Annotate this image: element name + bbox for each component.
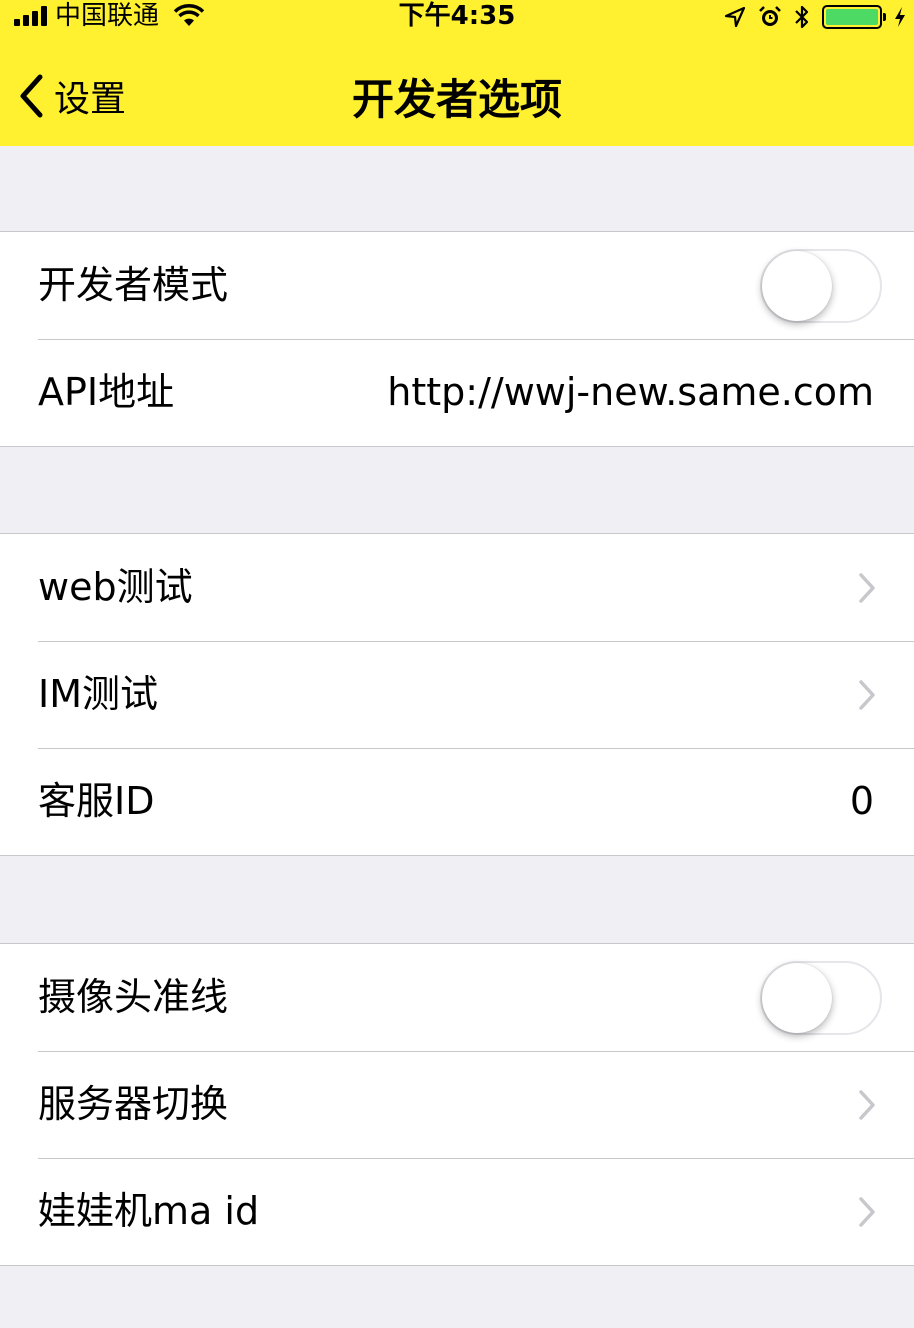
battery-icon xyxy=(822,5,886,29)
api-address-label: API地址 xyxy=(38,370,175,414)
api-address-row[interactable]: API地址 http://wwj-new.same.com xyxy=(0,339,914,446)
web-test-row[interactable]: web测试 xyxy=(0,534,914,641)
api-address-value: http://wwj-new.same.com xyxy=(387,370,874,414)
server-switch-row[interactable]: 服务器切换 xyxy=(0,1051,914,1158)
support-id-label: 客服ID xyxy=(38,779,155,823)
toggle-knob xyxy=(762,251,832,321)
alarm-icon xyxy=(759,6,781,26)
page-title: 开发者选项 xyxy=(351,75,562,124)
settings-group-device: 摄像头准线 服务器切换 娃娃机ma id xyxy=(0,943,914,1266)
server-switch-label: 服务器切换 xyxy=(38,1082,229,1126)
im-test-row[interactable]: IM测试 xyxy=(0,641,914,748)
developer-mode-label: 开发者模式 xyxy=(38,263,229,307)
toggle-knob xyxy=(762,963,832,1033)
support-id-value: 0 xyxy=(849,779,874,823)
bluetooth-icon xyxy=(795,5,809,29)
chevron-right-icon xyxy=(859,1090,875,1120)
navigation-bar: 设置 开发者选项 xyxy=(0,40,914,146)
developer-mode-toggle[interactable] xyxy=(760,249,882,323)
location-arrow-icon xyxy=(724,6,746,28)
support-id-row[interactable]: 客服ID 0 xyxy=(0,748,914,855)
claw-machine-id-row[interactable]: 娃娃机ma id xyxy=(0,1158,914,1265)
im-test-label: IM测试 xyxy=(38,672,158,716)
camera-guideline-row: 摄像头准线 xyxy=(0,944,914,1051)
chevron-right-icon xyxy=(859,680,875,710)
web-test-label: web测试 xyxy=(38,565,193,609)
battery-fill xyxy=(826,9,878,25)
top-bar: 中国联通 下午4:35 设置 开发者选项 xyxy=(0,0,914,146)
chevron-right-icon xyxy=(859,1197,875,1227)
settings-group-tests: web测试 IM测试 客服ID 0 xyxy=(0,533,914,856)
status-right xyxy=(724,2,906,32)
charging-bolt-icon xyxy=(895,7,905,27)
camera-guideline-label: 摄像头准线 xyxy=(38,975,229,1019)
claw-machine-id-label: 娃娃机ma id xyxy=(38,1189,260,1233)
settings-group-developer: 开发者模式 API地址 http://wwj-new.same.com xyxy=(0,231,914,447)
developer-mode-row: 开发者模式 xyxy=(0,232,914,339)
camera-guideline-toggle[interactable] xyxy=(760,961,882,1035)
status-bar: 中国联通 下午4:35 xyxy=(0,0,914,36)
chevron-right-icon xyxy=(859,573,875,603)
